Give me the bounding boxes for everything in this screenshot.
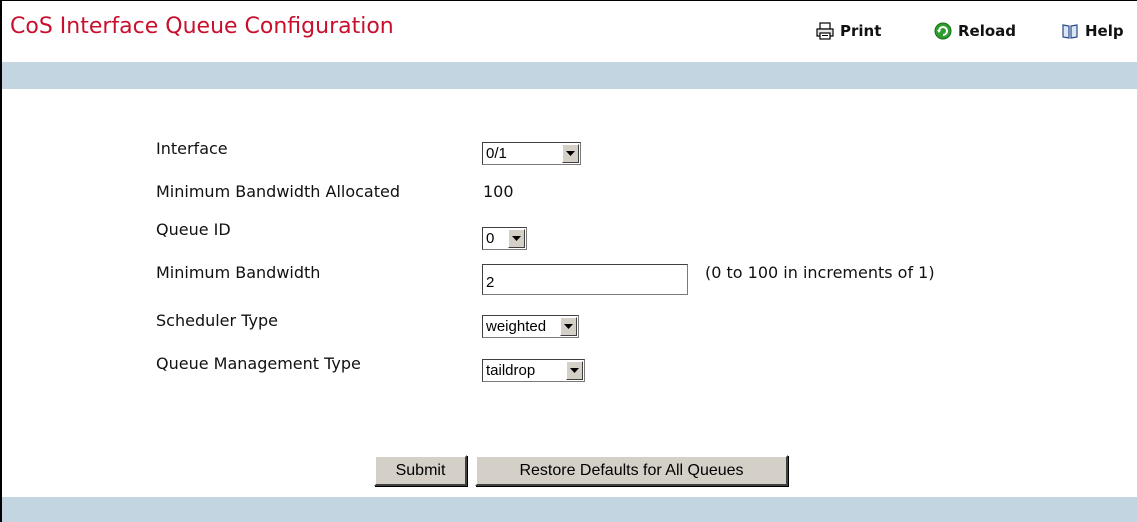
reload-label: Reload: [958, 22, 1017, 40]
page-title: CoS Interface Queue Configuration: [10, 14, 394, 39]
queue-id-select-value: 0: [486, 230, 495, 247]
scheduler-type-label: Scheduler Type: [156, 311, 278, 330]
reload-link[interactable]: Reload: [934, 22, 1016, 40]
scheduler-type-select-value: weighted: [486, 318, 547, 335]
submit-button[interactable]: Submit: [374, 455, 467, 486]
print-label: Print: [840, 22, 882, 40]
min-bw-hint: (0 to 100 in increments of 1): [705, 263, 935, 282]
scheduler-type-select[interactable]: weighted: [482, 315, 579, 338]
chevron-down-icon[interactable]: [566, 361, 583, 380]
printer-icon: [816, 22, 834, 40]
interface-select-value: 0/1: [486, 145, 507, 162]
chevron-down-icon[interactable]: [562, 144, 579, 163]
min-bw-label: Minimum Bandwidth: [156, 263, 321, 282]
queue-mgmt-type-label: Queue Management Type: [156, 354, 361, 373]
interface-label: Interface: [156, 139, 228, 158]
help-label: Help: [1085, 22, 1124, 40]
print-link[interactable]: Print: [816, 22, 881, 40]
chevron-down-icon[interactable]: [508, 229, 525, 248]
queue-mgmt-type-select-value: taildrop: [486, 362, 536, 379]
chevron-down-icon[interactable]: [560, 317, 577, 336]
header-band: [2, 62, 1137, 89]
min-bw-input[interactable]: 2: [482, 264, 688, 295]
footer-band: [2, 497, 1137, 522]
reload-icon: [934, 22, 952, 40]
book-icon: [1061, 22, 1079, 40]
queue-id-label: Queue ID: [156, 220, 231, 239]
restore-defaults-button[interactable]: Restore Defaults for All Queues: [475, 455, 788, 486]
min-bw-allocated-label: Minimum Bandwidth Allocated: [156, 182, 400, 201]
min-bw-allocated-value: 100: [483, 182, 514, 201]
help-link[interactable]: Help: [1061, 22, 1124, 40]
queue-id-select[interactable]: 0: [482, 227, 527, 250]
queue-mgmt-type-select[interactable]: taildrop: [482, 359, 585, 382]
interface-select[interactable]: 0/1: [482, 142, 581, 165]
